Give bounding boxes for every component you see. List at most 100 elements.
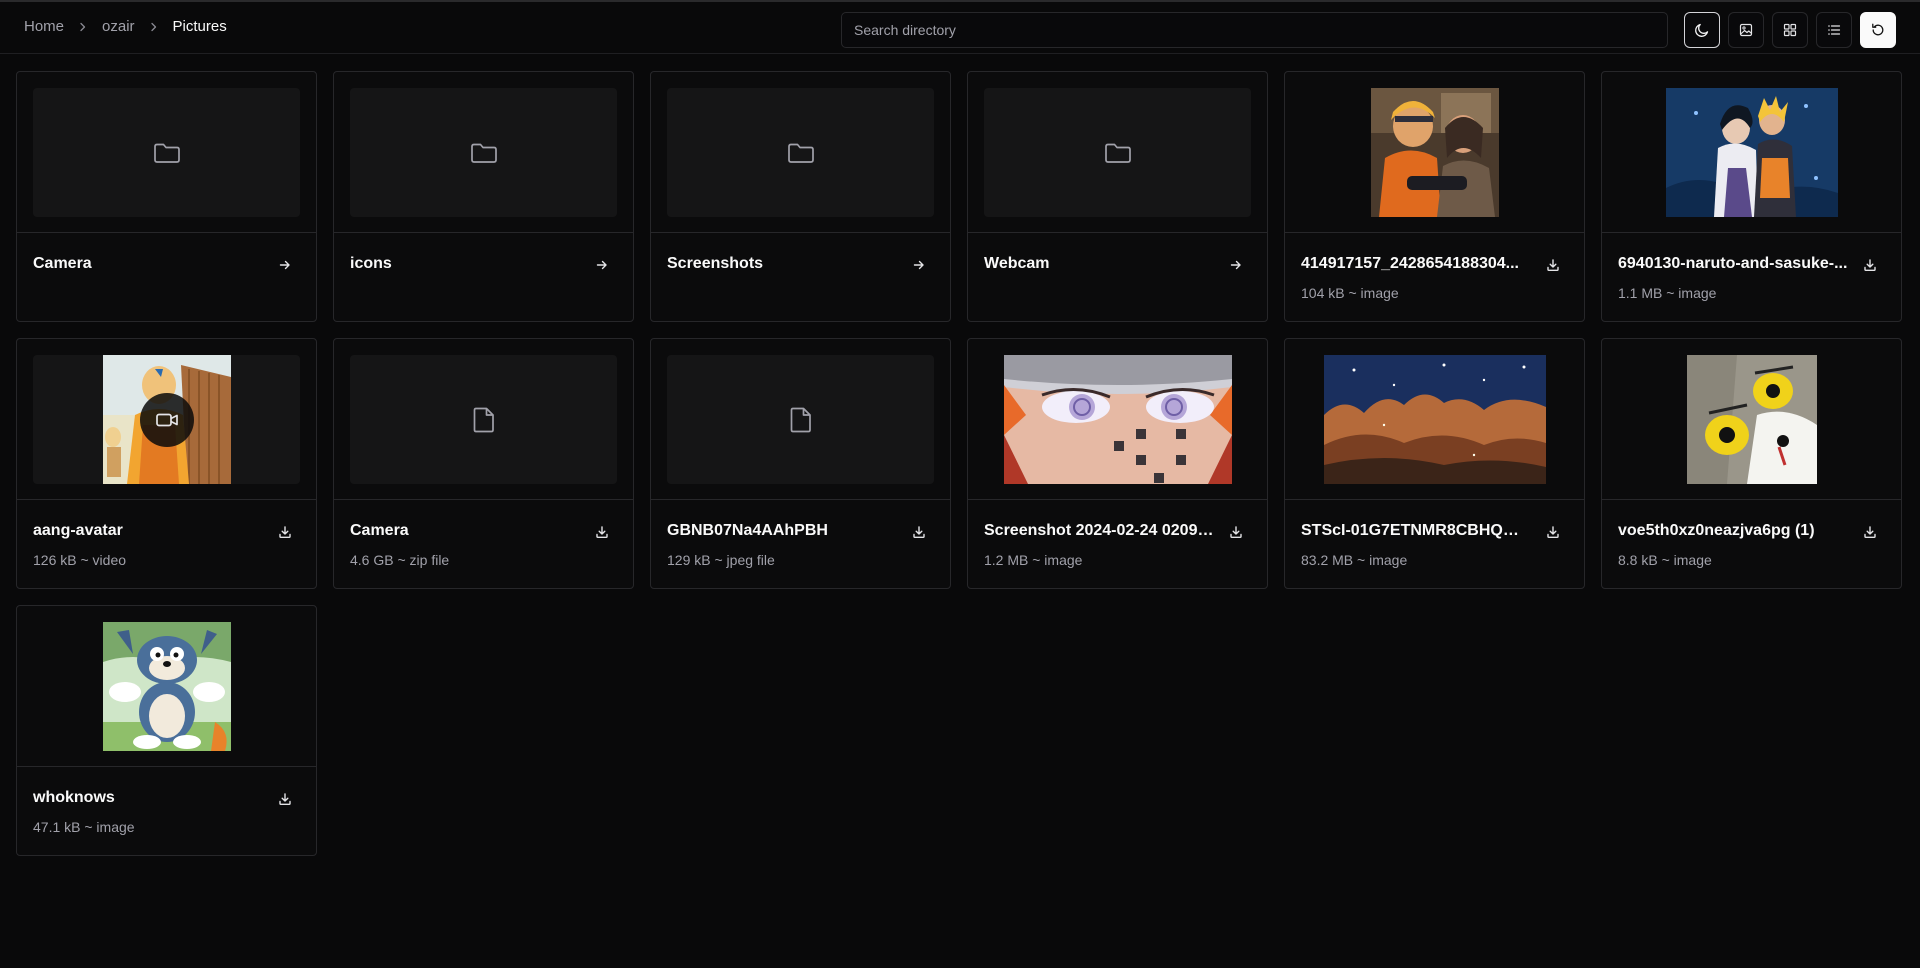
thumbnail-area [1285, 72, 1584, 233]
grid-view-button[interactable] [1772, 12, 1808, 48]
folder-icon [1104, 143, 1131, 163]
item-meta: 104 kB ~ image [1301, 285, 1399, 301]
grid-icon [1783, 23, 1797, 37]
breadcrumb: Home ozair Pictures [24, 18, 227, 35]
download-icon [1864, 259, 1876, 271]
item-name: Webcam [984, 255, 1050, 272]
thumbnail-area [17, 339, 316, 500]
item-name: Camera [350, 522, 409, 539]
download-icon [913, 526, 925, 538]
refresh-icon [1872, 23, 1884, 36]
item-meta: 83.2 MB ~ image [1301, 552, 1408, 568]
video-camera-icon [155, 413, 178, 426]
download-button[interactable] [1861, 523, 1879, 541]
download-button[interactable] [1227, 523, 1245, 541]
image-card[interactable]: 6940130-naruto-and-sasuke-... 1.1 MB ~ i… [1601, 71, 1902, 322]
video-card[interactable]: aang-avatar 126 kB ~ video [16, 338, 317, 589]
download-button[interactable] [1544, 256, 1562, 274]
open-folder-button[interactable] [593, 256, 611, 274]
item-meta: 126 kB ~ video [33, 552, 127, 568]
item-name: aang-avatar [33, 522, 123, 539]
thumbnail-area [651, 72, 950, 233]
item-meta: 4.6 GB ~ zip file [350, 552, 450, 568]
thumbnail-area [1602, 72, 1901, 233]
arrow-right-icon [913, 260, 924, 270]
thumbnail-area [17, 72, 316, 233]
item-meta: 129 kB ~ jpeg file [667, 552, 775, 568]
folder-card-screenshots[interactable]: Screenshots [650, 71, 951, 322]
thumbnail-area [968, 339, 1267, 500]
file-card[interactable]: GBNB07Na4AAhPBH 129 kB ~ jpeg file [650, 338, 951, 589]
download-button[interactable] [910, 523, 928, 541]
folder-icon [787, 143, 814, 163]
download-icon [596, 526, 608, 538]
top-bar: Home ozair Pictures [0, 2, 1920, 54]
download-button[interactable] [1861, 256, 1879, 274]
thumbnail-area [17, 606, 316, 767]
breadcrumb-pictures[interactable]: Pictures [173, 18, 227, 35]
item-name: STScI-01G7ETNMR8CBHQQ6... [1301, 522, 1531, 539]
download-button[interactable] [1544, 523, 1562, 541]
list-icon [1828, 25, 1841, 35]
list-view-button[interactable] [1816, 12, 1852, 48]
thumbnail-area [968, 72, 1267, 233]
arrow-right-icon [596, 260, 607, 270]
folder-card-icons[interactable]: icons [333, 71, 634, 322]
item-meta: 47.1 kB ~ image [33, 819, 135, 835]
item-name: Camera [33, 255, 92, 272]
image-card[interactable]: voe5th0xz0neazjva6pg (1) 8.8 kB ~ image [1601, 338, 1902, 589]
folder-icon [153, 143, 180, 163]
download-button[interactable] [593, 523, 611, 541]
folder-icon [470, 143, 497, 163]
image-icon [1739, 23, 1753, 37]
theme-toggle-button[interactable] [1684, 12, 1720, 48]
item-name: voe5th0xz0neazjva6pg (1) [1618, 522, 1815, 539]
chevron-right-icon [149, 22, 159, 32]
download-icon [1547, 259, 1559, 271]
item-name: icons [350, 255, 392, 272]
image-card[interactable]: whoknows 47.1 kB ~ image [16, 605, 317, 856]
item-name: Screenshot 2024-02-24 020946 [984, 522, 1214, 539]
open-folder-button[interactable] [910, 256, 928, 274]
image-thumbnail [1323, 355, 1546, 484]
folder-card-camera[interactable]: Camera [16, 71, 317, 322]
download-icon [1230, 526, 1242, 538]
arrow-right-icon [279, 260, 290, 270]
file-icon [790, 407, 811, 432]
item-name: 414917157_2428654188304... [1301, 255, 1519, 272]
folder-card-webcam[interactable]: Webcam [967, 71, 1268, 322]
thumbnail-area [1285, 339, 1584, 500]
chevron-right-icon [78, 22, 88, 32]
image-card[interactable]: 414917157_2428654188304... 104 kB ~ imag… [1284, 71, 1585, 322]
item-meta: 1.2 MB ~ image [984, 552, 1083, 568]
item-meta: 1.1 MB ~ image [1618, 285, 1717, 301]
image-thumbnail [1003, 355, 1232, 484]
thumbnail-area [651, 339, 950, 500]
download-icon [1547, 526, 1559, 538]
image-card[interactable]: STScI-01G7ETNMR8CBHQQ6... 83.2 MB ~ imag… [1284, 338, 1585, 589]
download-icon [1864, 526, 1876, 538]
breadcrumb-ozair[interactable]: ozair [102, 18, 135, 35]
image-card[interactable]: Screenshot 2024-02-24 020946 1.2 MB ~ im… [967, 338, 1268, 589]
file-icon [473, 407, 494, 432]
search-input[interactable] [841, 12, 1668, 48]
thumbnail-area [334, 72, 633, 233]
thumbnail-area [334, 339, 633, 500]
file-card[interactable]: Camera 4.6 GB ~ zip file [333, 338, 634, 589]
item-name: Screenshots [667, 255, 764, 272]
open-folder-button[interactable] [276, 256, 294, 274]
item-name: GBNB07Na4AAhPBH [667, 522, 828, 539]
download-button[interactable] [276, 523, 294, 541]
moon-icon [1695, 23, 1709, 37]
item-name: whoknows [33, 789, 115, 806]
video-play-badge [139, 392, 194, 447]
image-thumbnail [1686, 355, 1817, 484]
image-view-button[interactable] [1728, 12, 1764, 48]
open-folder-button[interactable] [1227, 256, 1245, 274]
download-button[interactable] [276, 790, 294, 808]
thumbnail-area [1602, 339, 1901, 500]
refresh-button[interactable] [1860, 12, 1896, 48]
breadcrumb-home[interactable]: Home [24, 18, 64, 35]
arrow-right-icon [1230, 260, 1241, 270]
download-icon [279, 526, 291, 538]
